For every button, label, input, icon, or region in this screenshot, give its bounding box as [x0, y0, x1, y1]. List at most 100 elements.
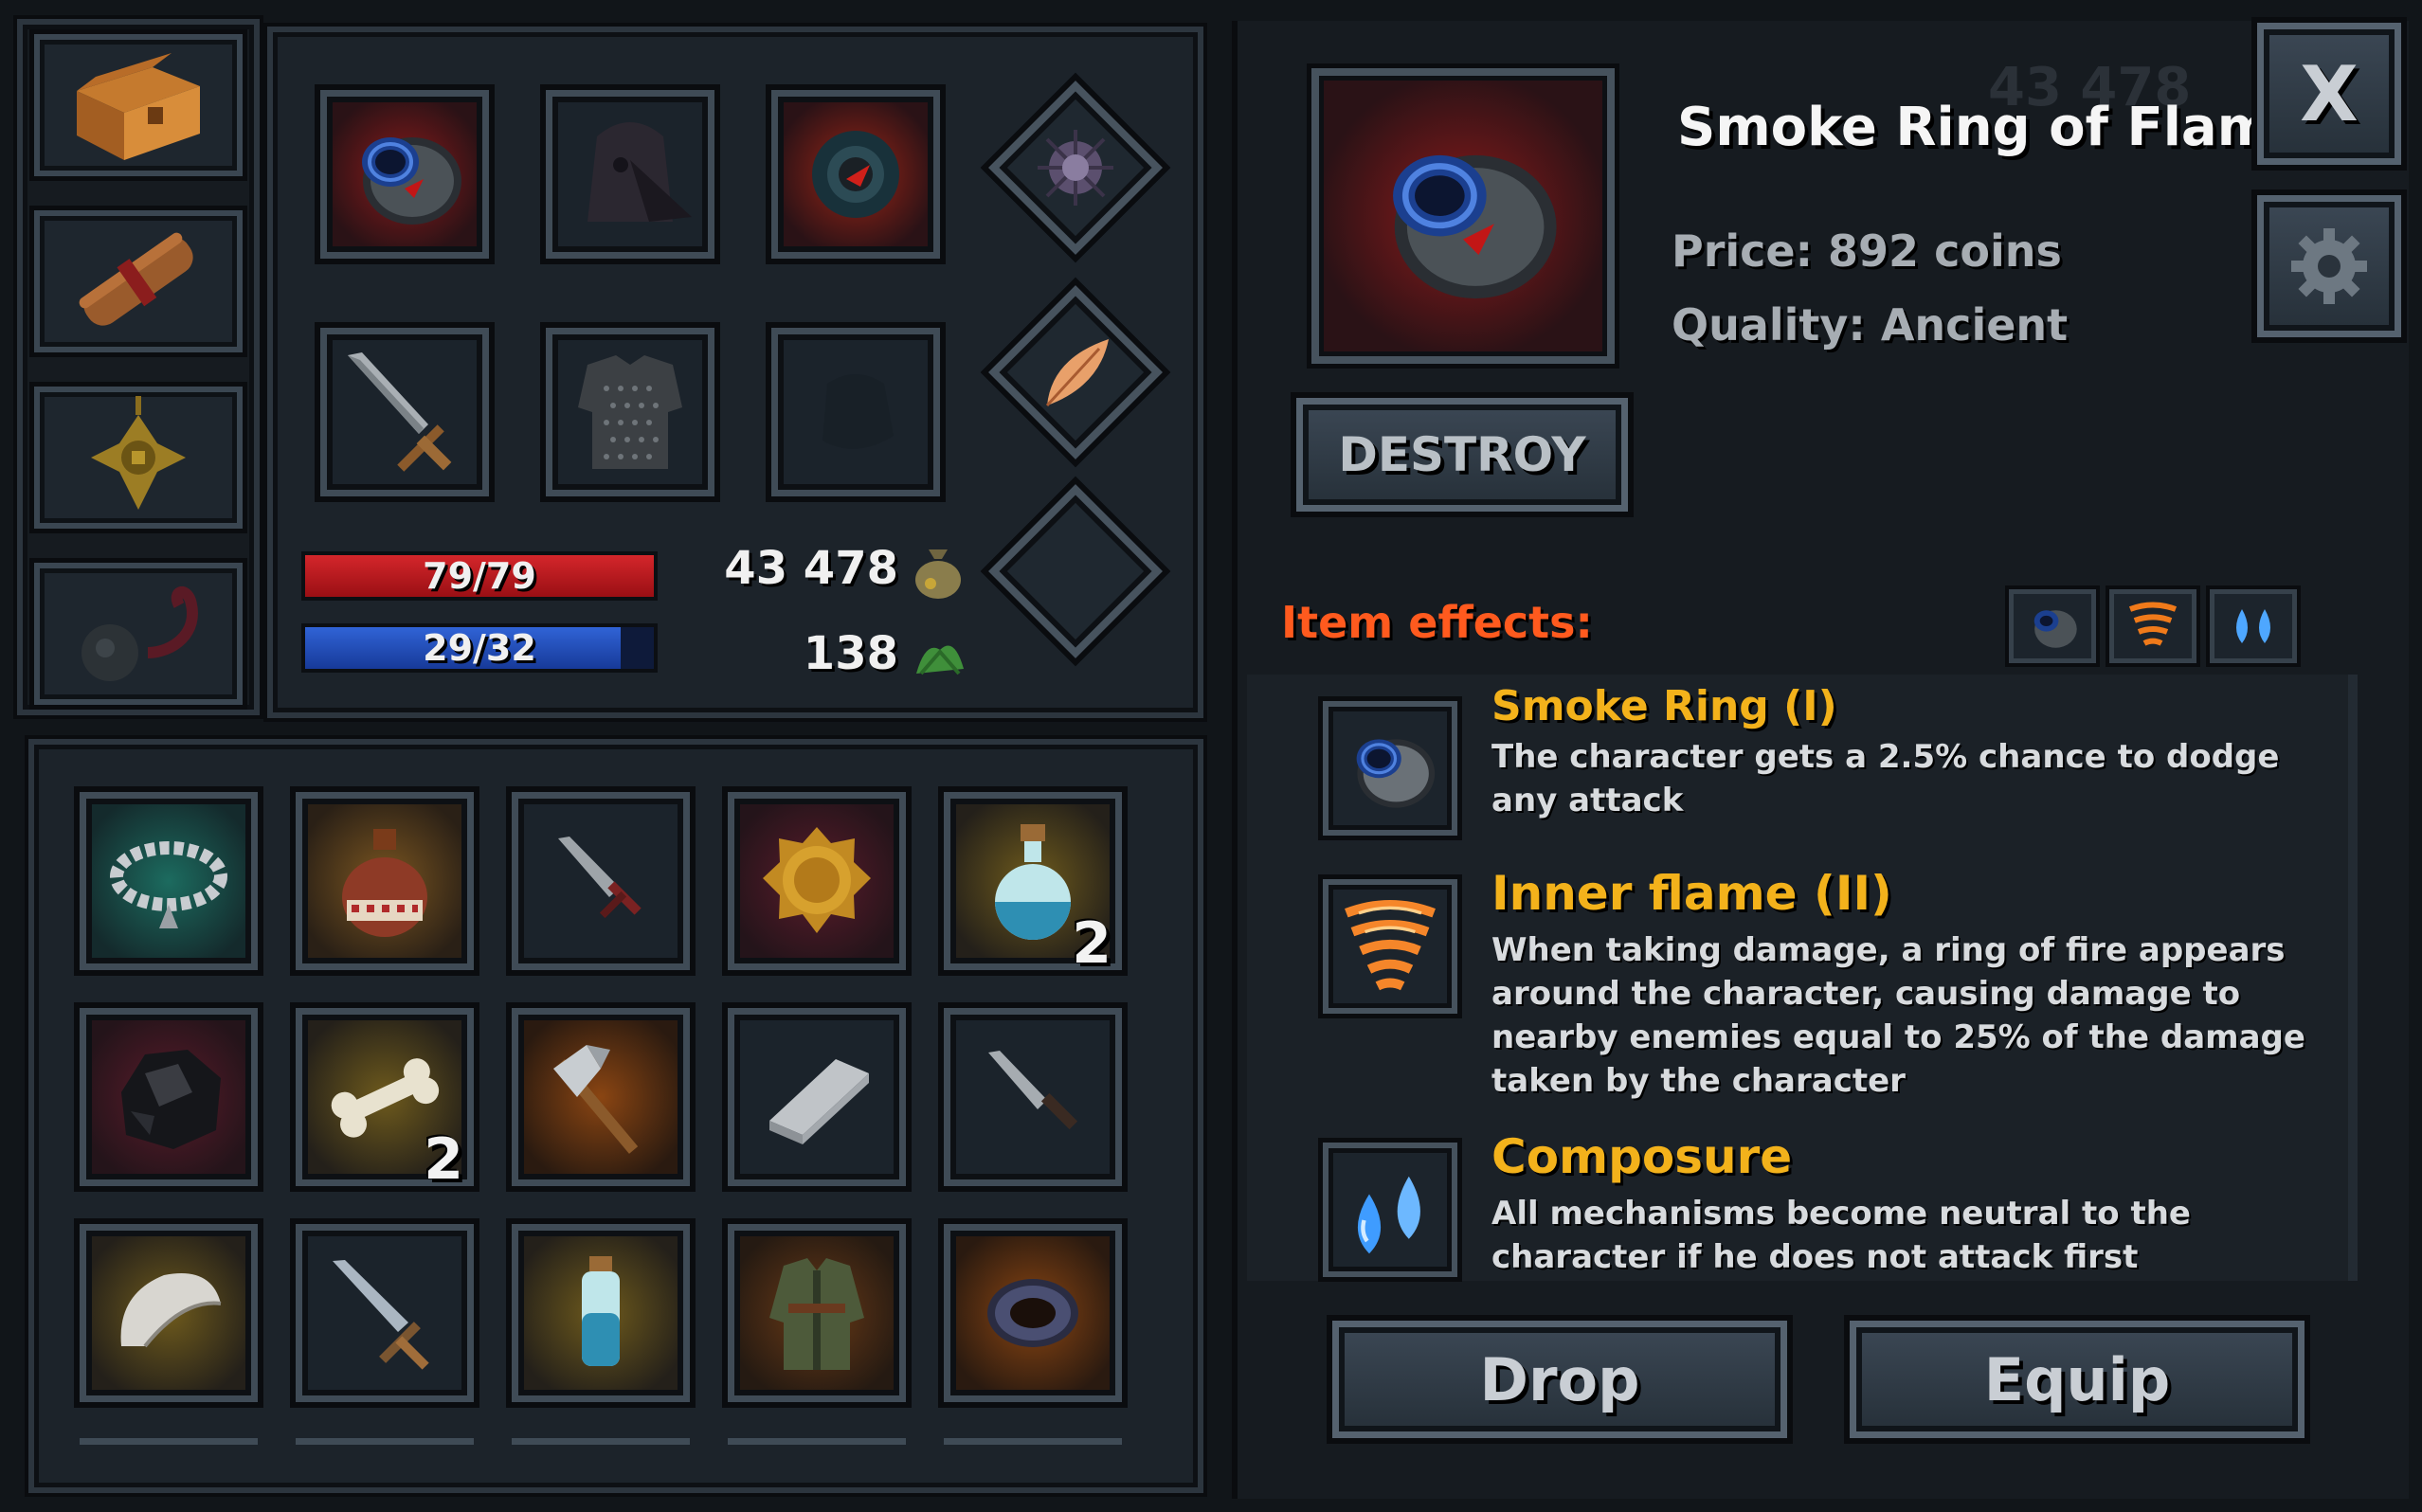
mp-bar: 29/32: [301, 623, 658, 673]
inventory-slot[interactable]: [512, 792, 690, 970]
quality-value: Ancient: [1880, 299, 2069, 351]
hp-text: 79/79: [423, 555, 536, 597]
smoke-ring-icon: [1356, 739, 1436, 808]
inventory-slot[interactable]: [944, 1224, 1122, 1402]
smoke-ring-icon: [1393, 154, 1557, 299]
sun-medallion-icon: [763, 827, 871, 933]
empty-slot-icon: [822, 374, 894, 449]
rosary-icon: [110, 841, 227, 928]
item-price: Price: 892 coins: [1672, 225, 2062, 277]
effects-scrollbar[interactable]: [2348, 675, 2358, 1281]
amulet-icon: [91, 396, 186, 510]
herb-amount: 138: [803, 627, 898, 680]
equip-slot-head[interactable]: [546, 90, 714, 259]
scroll-icon: [79, 232, 193, 326]
inventory-slot[interactable]: [80, 792, 258, 970]
item-name: Smoke Ring of Flame: [1677, 97, 2309, 158]
water-drops-icon: [2236, 609, 2270, 643]
hook-icon: [81, 586, 198, 681]
inventory-slot[interactable]: [80, 1008, 258, 1186]
knife-icon: [988, 1051, 1078, 1130]
feather-icon: [1045, 339, 1109, 407]
price-value: 892 coins: [1828, 225, 2062, 277]
hp-bar: 79/79: [301, 551, 658, 601]
item-count: 2: [424, 1126, 463, 1193]
dark-ring-icon: [987, 1279, 1078, 1347]
effect-icon-frame: [1323, 879, 1457, 1014]
urchin-icon: [1038, 130, 1113, 206]
effect-tab-inner-flame[interactable]: [2109, 589, 2196, 663]
inventory-slot[interactable]: [728, 1224, 906, 1402]
effects-heading: Item effects:: [1281, 597, 1593, 648]
jacket-icon: [769, 1258, 864, 1370]
tab-chest[interactable]: [34, 34, 243, 176]
tab-amulet[interactable]: [34, 387, 243, 529]
claw-icon: [120, 1273, 222, 1348]
equip-slot-weapon[interactable]: [320, 328, 489, 496]
destroy-label: DESTROY: [1338, 427, 1586, 482]
effect-title: Inner flame (II): [1491, 866, 1892, 921]
tab-scroll[interactable]: [34, 210, 243, 352]
mp-text: 29/32: [423, 627, 536, 669]
short-sword-icon: [333, 1260, 429, 1370]
close-button[interactable]: X: [2257, 23, 2401, 165]
gold-amount: 43 478: [724, 542, 898, 595]
equip-slot-armor[interactable]: [546, 328, 714, 496]
equip-button[interactable]: Equip: [1850, 1321, 2305, 1438]
inventory-row-partial: [80, 1438, 1122, 1457]
inventory-slot[interactable]: [296, 1224, 474, 1402]
coin-bag-icon: [915, 549, 961, 599]
sword-icon: [348, 352, 452, 472]
inventory-slot[interactable]: [512, 1008, 690, 1186]
coal-icon: [121, 1050, 221, 1149]
inventory-slot[interactable]: [944, 1008, 1122, 1186]
fire-tornado-icon: [2128, 602, 2178, 646]
inventory-slot[interactable]: [728, 792, 906, 970]
destroy-button[interactable]: DESTROY: [1296, 398, 1628, 512]
smoke-ring-icon: [362, 137, 461, 225]
chainmail-icon: [578, 355, 682, 469]
effect-tab-composure[interactable]: [2210, 589, 2297, 663]
dagger-icon: [558, 837, 642, 919]
equip-label: Equip: [1983, 1344, 2171, 1414]
drop-label: Drop: [1479, 1344, 1640, 1414]
effect-description: All mechanisms become neutral to the cha…: [1491, 1195, 2191, 1276]
inventory-slot[interactable]: 2: [296, 1008, 474, 1193]
effect-tab-smoke-ring[interactable]: [2009, 589, 2096, 663]
fire-tornado-icon: [1345, 900, 1436, 991]
price-label: Price:: [1672, 225, 1814, 277]
settings-button[interactable]: [2257, 195, 2401, 337]
empty-charm-icon: [1052, 548, 1099, 595]
vial-icon: [582, 1256, 620, 1366]
equip-slot-offhand[interactable]: [771, 328, 940, 496]
tab-hook[interactable]: [34, 563, 243, 705]
effect-title: Composure: [1491, 1129, 1793, 1184]
gear-icon: [2291, 228, 2367, 304]
chest-icon: [77, 53, 200, 160]
item-count: 2: [1072, 910, 1112, 977]
item-quality: Quality: Ancient: [1672, 299, 2068, 351]
herb-icon: [916, 645, 964, 675]
inventory-slot[interactable]: [296, 792, 474, 970]
water-drops-icon: [1357, 1176, 1420, 1254]
inventory-slot[interactable]: 2: [944, 792, 1122, 977]
effect-icon-frame: [1323, 701, 1457, 836]
drop-button[interactable]: Drop: [1332, 1321, 1787, 1438]
inventory-slot[interactable]: [728, 1008, 906, 1186]
jug-icon: [342, 829, 427, 937]
equip-slot-ring-2[interactable]: [771, 90, 940, 259]
inventory-slot[interactable]: [512, 1224, 690, 1402]
plague-mask-icon: [587, 122, 692, 222]
quality-label: Quality:: [1672, 299, 1866, 351]
smoke-ring-icon: [2033, 610, 2077, 648]
ingot-icon: [769, 1059, 869, 1144]
effect-icon-frame: [1323, 1143, 1457, 1277]
blue-potion-icon: [995, 824, 1071, 940]
flame-ring-icon: [812, 131, 899, 218]
inventory-slot[interactable]: [80, 1224, 258, 1402]
axe-icon: [553, 1045, 639, 1154]
selected-item-frame: [1311, 68, 1615, 364]
effect-description: The character gets a 2.5% chance to dodg…: [1491, 738, 2280, 819]
equip-slot-ring-1[interactable]: [320, 90, 489, 259]
effect-title: Smoke Ring (I): [1491, 682, 1837, 730]
